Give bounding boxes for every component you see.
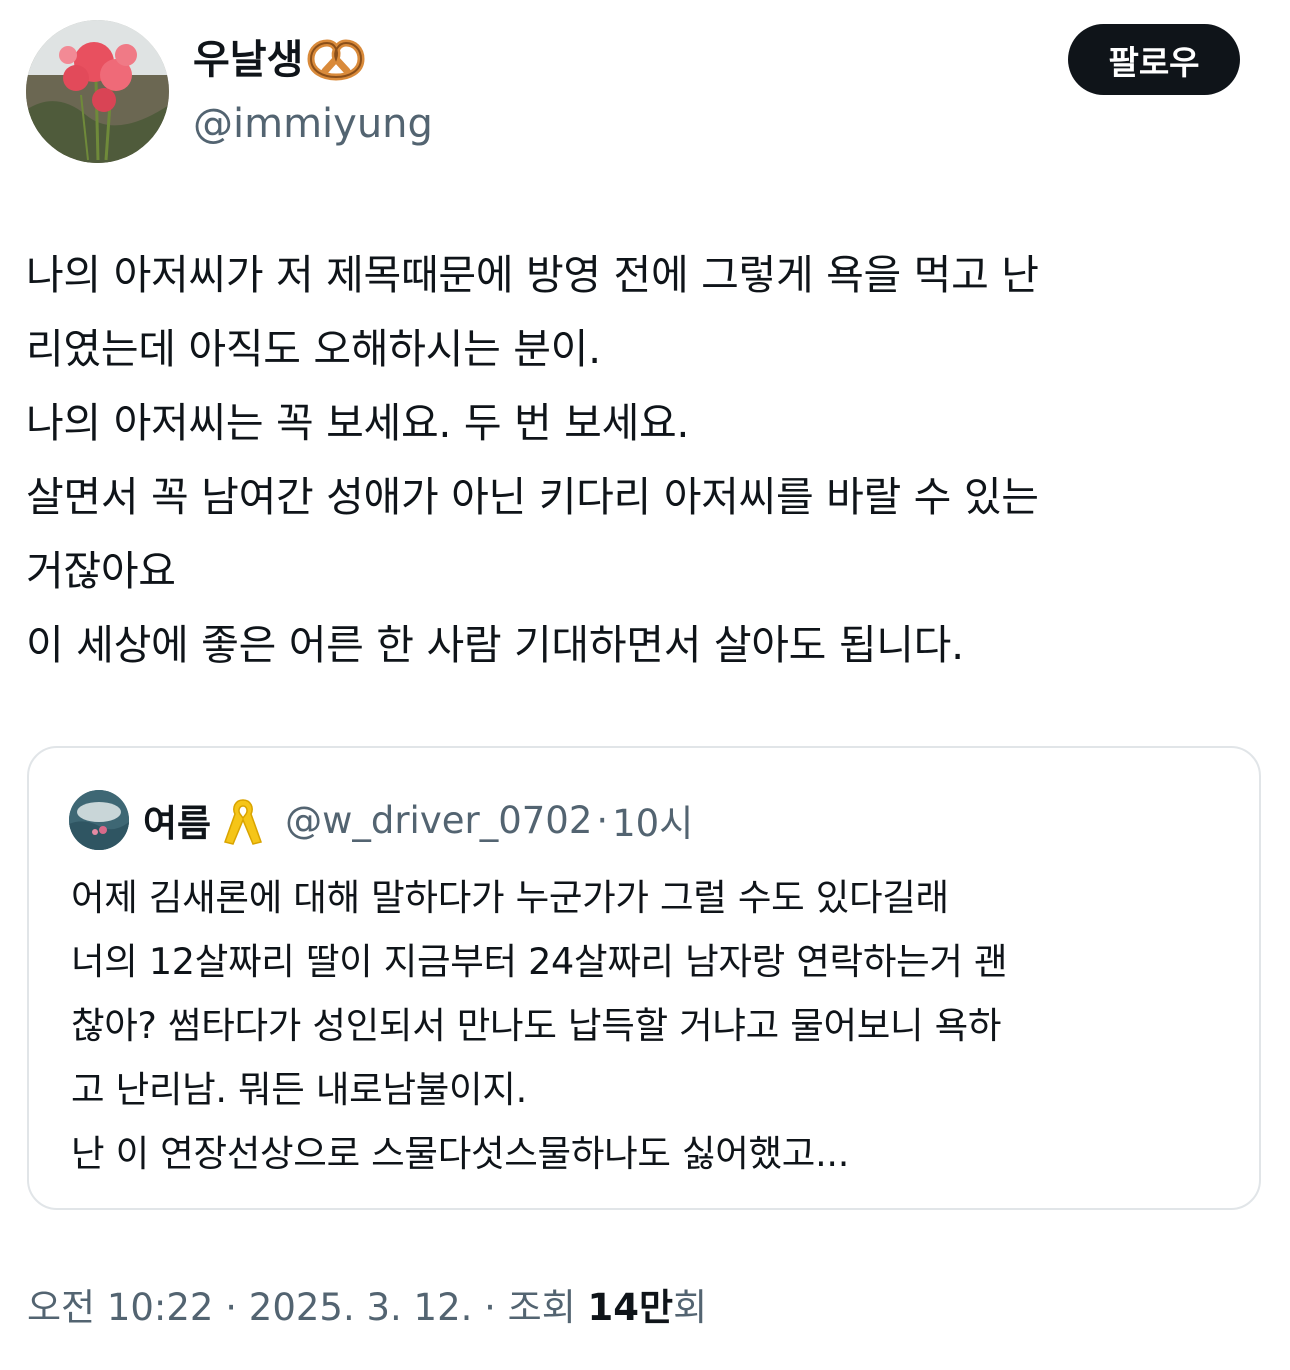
quoted-text-line: 찮아? 썸타다가 성인되서 만나도 납득할 거냐고 물어보니 욕하 bbox=[71, 1004, 1002, 1047]
tweet-text-line: 살면서 꼭 남여간 성애가 아닌 키다리 아저씨를 바랄 수 있는 bbox=[26, 473, 1039, 521]
quoted-author-handle: @w_driver_0702 bbox=[285, 798, 593, 842]
views-count: 14만 bbox=[587, 1286, 674, 1329]
tweet-text-line: 거잖아요 bbox=[26, 547, 176, 595]
meta-separator: · bbox=[225, 1286, 238, 1329]
quoted-header-separator: · bbox=[596, 798, 609, 842]
quoted-tweet-card[interactable]: 여름 @w_driver_0702 · 10시 어제 김새론에 대해 말하다가 … bbox=[27, 746, 1261, 1210]
tweet-text-line: 리였는데 아직도 오해하시는 분이. bbox=[26, 325, 601, 373]
tweet-date[interactable]: 2025. 3. 12. bbox=[249, 1286, 473, 1329]
quoted-tweet-header: 여름 @w_driver_0702 · 10시 bbox=[69, 790, 693, 850]
quoted-author-name: 여름 bbox=[143, 802, 212, 845]
author-avatar[interactable] bbox=[26, 20, 169, 163]
quoted-tweet-time: 10시 bbox=[612, 802, 694, 845]
quoted-author-avatar bbox=[69, 790, 129, 850]
yellow-ribbon-icon bbox=[221, 792, 265, 848]
tweet-text: 나의 아저씨가 저 제목때문에 방영 전에 그렇게 욕을 먹고 난 리였는데 아… bbox=[26, 238, 1266, 682]
views-suffix: 회 bbox=[673, 1286, 708, 1329]
tweet-text-line: 나의 아저씨는 꼭 보세요. 두 번 보세요. bbox=[26, 399, 690, 447]
tweet-meta: 오전 10:22 · 2025. 3. 12. · 조회 14만회 bbox=[27, 1280, 707, 1336]
quoted-text-line: 고 난리남. 뭐든 내로남불이지. bbox=[71, 1068, 527, 1111]
quoted-tweet-text: 어제 김새론에 대해 말하다가 누군가가 그럴 수도 있다길래 너의 12살짜리… bbox=[71, 866, 1251, 1186]
author-handle[interactable]: @immiyung bbox=[193, 96, 433, 152]
pretzel-icon bbox=[305, 37, 367, 87]
tweet-time[interactable]: 오전 10:22 bbox=[27, 1286, 213, 1329]
avatar-flower-photo bbox=[26, 20, 169, 163]
display-name-text: 우날생 bbox=[193, 37, 304, 83]
views-label: 조회 bbox=[507, 1286, 576, 1329]
meta-separator: · bbox=[484, 1286, 496, 1329]
follow-button[interactable]: 팔로우 bbox=[1068, 24, 1240, 95]
quoted-text-line: 난 이 연장선상으로 스물다섯스물하나도 싫어했고... bbox=[71, 1132, 849, 1175]
tweet-text-line: 나의 아저씨가 저 제목때문에 방영 전에 그렇게 욕을 먹고 난 bbox=[26, 251, 1039, 299]
quoted-text-line: 너의 12살짜리 딸이 지금부터 24살짜리 남자랑 연락하는거 괜 bbox=[71, 940, 1008, 983]
tweet-text-line: 이 세상에 좋은 어른 한 사람 기대하면서 살아도 됩니다. bbox=[26, 621, 964, 669]
tweet-header: 우날생 @immiyung 팔로우 bbox=[26, 20, 1240, 165]
quoted-text-line: 어제 김새론에 대해 말하다가 누군가가 그럴 수도 있다길래 bbox=[71, 876, 949, 919]
quoted-avatar-image bbox=[69, 790, 129, 850]
author-display-name[interactable]: 우날생 bbox=[193, 32, 367, 88]
